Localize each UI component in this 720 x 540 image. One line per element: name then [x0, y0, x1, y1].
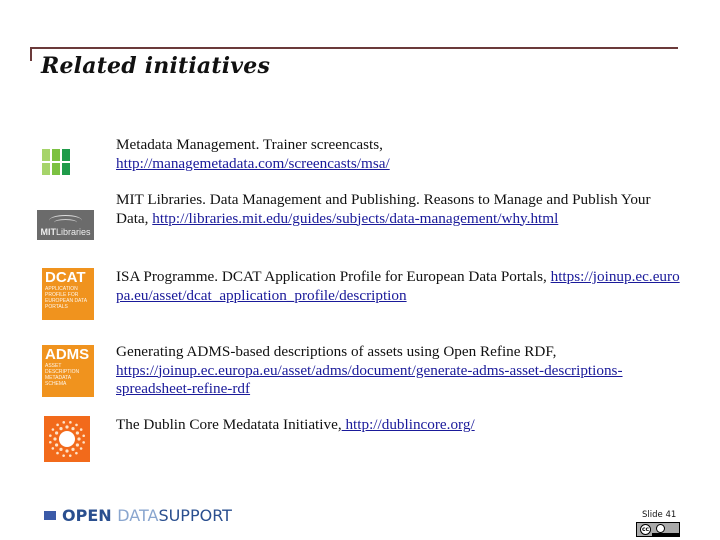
list-item: MIT Libraries. Data Management and Publi…: [116, 191, 686, 228]
metadata-management-logo: [42, 149, 70, 177]
mit-libraries-logo: MITLibraries: [37, 210, 94, 240]
by-icon: [656, 524, 665, 533]
cc-license-badge: cc: [636, 522, 680, 537]
sunburst-icon: [49, 421, 85, 457]
brand-data: DATA: [117, 506, 159, 525]
list-item: The Dublin Core Medatata Initiative, htt…: [116, 416, 686, 435]
cc-icon: cc: [640, 524, 651, 535]
item-text: Metadata Management. Trainer screencasts…: [116, 136, 383, 153]
dcat-logo: DCAT Application profile for European da…: [42, 268, 94, 320]
list-item: ISA Programme. DCAT Application Profile …: [116, 268, 686, 305]
dublin-core-logo: [44, 416, 90, 462]
list-item: Generating ADMS-based descriptions of as…: [116, 343, 686, 399]
dcat-logo-subtitle: Application profile for European data po…: [45, 286, 87, 310]
brand-support: SUPPORT: [158, 506, 232, 525]
title-frame-corner: [30, 47, 32, 61]
item-link[interactable]: https://joinup.ec.europa.eu/asset/adms/d…: [116, 362, 623, 398]
list-item: Metadata Management. Trainer screencasts…: [116, 136, 686, 173]
title-frame-line: [30, 47, 678, 49]
item-text: ISA Programme. DCAT Application Profile …: [116, 268, 551, 285]
adms-logo: ADMS Asset description metadata schema: [42, 345, 94, 397]
item-text: The Dublin Core Medatata Initiative,: [116, 416, 342, 433]
slide-number: Slide 41: [642, 510, 677, 520]
dcat-logo-title: DCAT: [45, 269, 86, 286]
adms-logo-title: ADMS: [45, 346, 90, 363]
eu-flag-icon: [44, 511, 56, 520]
mit-logo-bold: MIT: [40, 227, 56, 237]
item-link[interactable]: http://managemetadata.com/screencasts/ms…: [116, 155, 390, 172]
mit-logo-text: Libraries: [55, 227, 91, 237]
item-link[interactable]: http://libraries.mit.edu/guides/subjects…: [152, 210, 558, 227]
slide-title: Related initiatives: [41, 53, 271, 79]
open-data-support-logo: OPEN DATASUPPORT: [44, 506, 232, 525]
adms-logo-subtitle: Asset description metadata schema: [45, 363, 80, 387]
item-link[interactable]: http://dublincore.org/: [342, 416, 474, 433]
brand-open: OPEN: [62, 506, 118, 525]
item-text: Generating ADMS-based descriptions of as…: [116, 343, 557, 360]
